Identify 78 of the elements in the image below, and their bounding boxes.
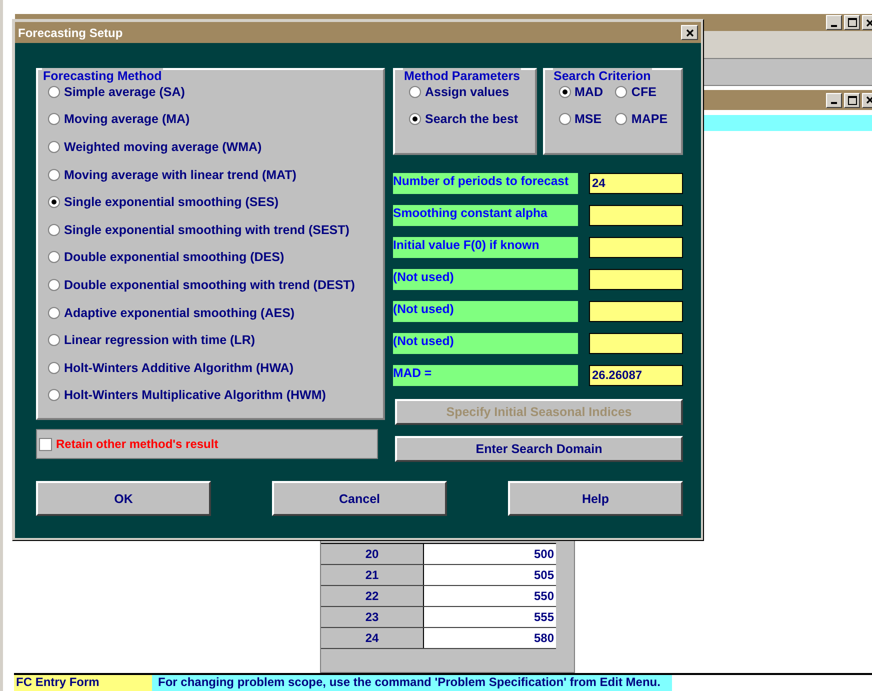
radio-label[interactable]: Holt-Winters Multiplicative Algorithm (HWM): [64, 388, 326, 402]
field-label: (Not used): [393, 333, 578, 354]
radio-label[interactable]: Assign values: [425, 84, 510, 99]
radio-button[interactable]: [48, 224, 60, 236]
minimize-button[interactable]: [826, 92, 842, 108]
radio-label[interactable]: Moving average (MA): [64, 112, 190, 126]
action-button[interactable]: Enter Search Domain: [395, 436, 683, 462]
radio-button[interactable]: [558, 113, 570, 126]
radio-label[interactable]: Simple average (SA): [64, 84, 185, 99]
maximize-button[interactable]: [844, 15, 860, 30]
radio-label[interactable]: Search the best: [425, 112, 518, 126]
radio-label[interactable]: Moving average with linear trend (MAT): [64, 168, 296, 182]
minimize-icon: [831, 102, 837, 104]
radio-button[interactable]: [48, 196, 60, 208]
radio-label[interactable]: Adaptive exponential smoothing (AES): [64, 306, 295, 320]
field-label: Smoothing constant alpha: [393, 205, 578, 226]
close-icon: [866, 18, 872, 26]
field-label: (Not used): [393, 301, 578, 322]
radio-button[interactable]: [48, 251, 60, 264]
radio-label[interactable]: Single exponential smoothing (SES): [64, 195, 279, 210]
radio-label[interactable]: Linear regression with time (LR): [64, 333, 256, 348]
close-icon: [686, 28, 694, 36]
value-cell: 550: [424, 586, 556, 606]
radio-label[interactable]: Single exponential smoothing with trend (SEST): [64, 222, 350, 237]
radio-button[interactable]: [409, 86, 421, 98]
input-field[interactable]: 24: [589, 173, 683, 194]
form-name: FC Entry Form: [14, 675, 152, 691]
radio-label[interactable]: Double exponential smoothing (DES): [64, 250, 284, 264]
radio-label[interactable]: MAD: [574, 84, 603, 99]
group-title: Forecasting Method: [42, 69, 163, 83]
input-field[interactable]: [589, 269, 683, 290]
maximize-icon: [848, 18, 856, 27]
checkbox[interactable]: [39, 438, 52, 450]
dialog-button[interactable]: Help: [508, 481, 683, 516]
field-label: Initial value F(0) if known: [393, 237, 578, 258]
input-field[interactable]: [589, 237, 683, 258]
radio-button[interactable]: [48, 278, 60, 291]
group-title: Search Criterion: [552, 69, 652, 83]
status-message: For changing problem scope, use the command 'Problem Specification' from Edit Menu.: [152, 675, 672, 691]
dialog-button[interactable]: OK: [36, 481, 211, 516]
maximize-icon: [848, 96, 856, 104]
close-icon: [866, 96, 872, 104]
radio-button[interactable]: [558, 86, 570, 98]
group-title: Method Parameters: [403, 69, 522, 83]
input-field[interactable]: [589, 205, 683, 226]
radio-button[interactable]: [409, 113, 421, 126]
dialog-title: Forecasting Setup: [18, 26, 123, 40]
input-field[interactable]: [589, 301, 683, 322]
close-button[interactable]: [681, 25, 698, 40]
radio-button[interactable]: [48, 389, 60, 402]
radio-button[interactable]: [615, 86, 628, 98]
dialog-button[interactable]: Cancel: [272, 481, 447, 516]
input-field[interactable]: [589, 333, 683, 354]
radio-button[interactable]: [615, 113, 628, 126]
value-cell: 505: [424, 565, 556, 585]
radio-button[interactable]: [48, 334, 60, 346]
minimize-button[interactable]: [826, 15, 842, 30]
radio-label[interactable]: MAPE: [631, 112, 668, 126]
radio-label[interactable]: MSE: [574, 112, 602, 126]
radio-button[interactable]: [48, 362, 60, 374]
field-label: (Not used): [393, 269, 578, 290]
radio-label[interactable]: Weighted moving average (WMA): [64, 140, 262, 154]
radio-button[interactable]: [48, 140, 60, 153]
radio-button[interactable]: [48, 168, 60, 181]
value-cell: 555: [424, 607, 556, 627]
field-label: MAD =: [393, 365, 578, 386]
radio-label[interactable]: Holt-Winters Additive Algorithm (HWA): [64, 360, 294, 375]
radio-button[interactable]: [48, 86, 60, 98]
radio-button[interactable]: [48, 113, 60, 126]
radio-label[interactable]: Double exponential smoothing with trend (DEST): [64, 278, 355, 292]
value-cell: 580: [424, 628, 556, 648]
value-cell: 500: [424, 544, 556, 564]
radio-label[interactable]: CFE: [631, 84, 656, 99]
field-label: Number of periods to forecast: [393, 173, 578, 194]
maximize-button[interactable]: [844, 92, 860, 108]
input-field[interactable]: 26.26087: [589, 365, 683, 386]
minimize-icon: [831, 24, 837, 26]
radio-button[interactable]: [48, 306, 60, 319]
